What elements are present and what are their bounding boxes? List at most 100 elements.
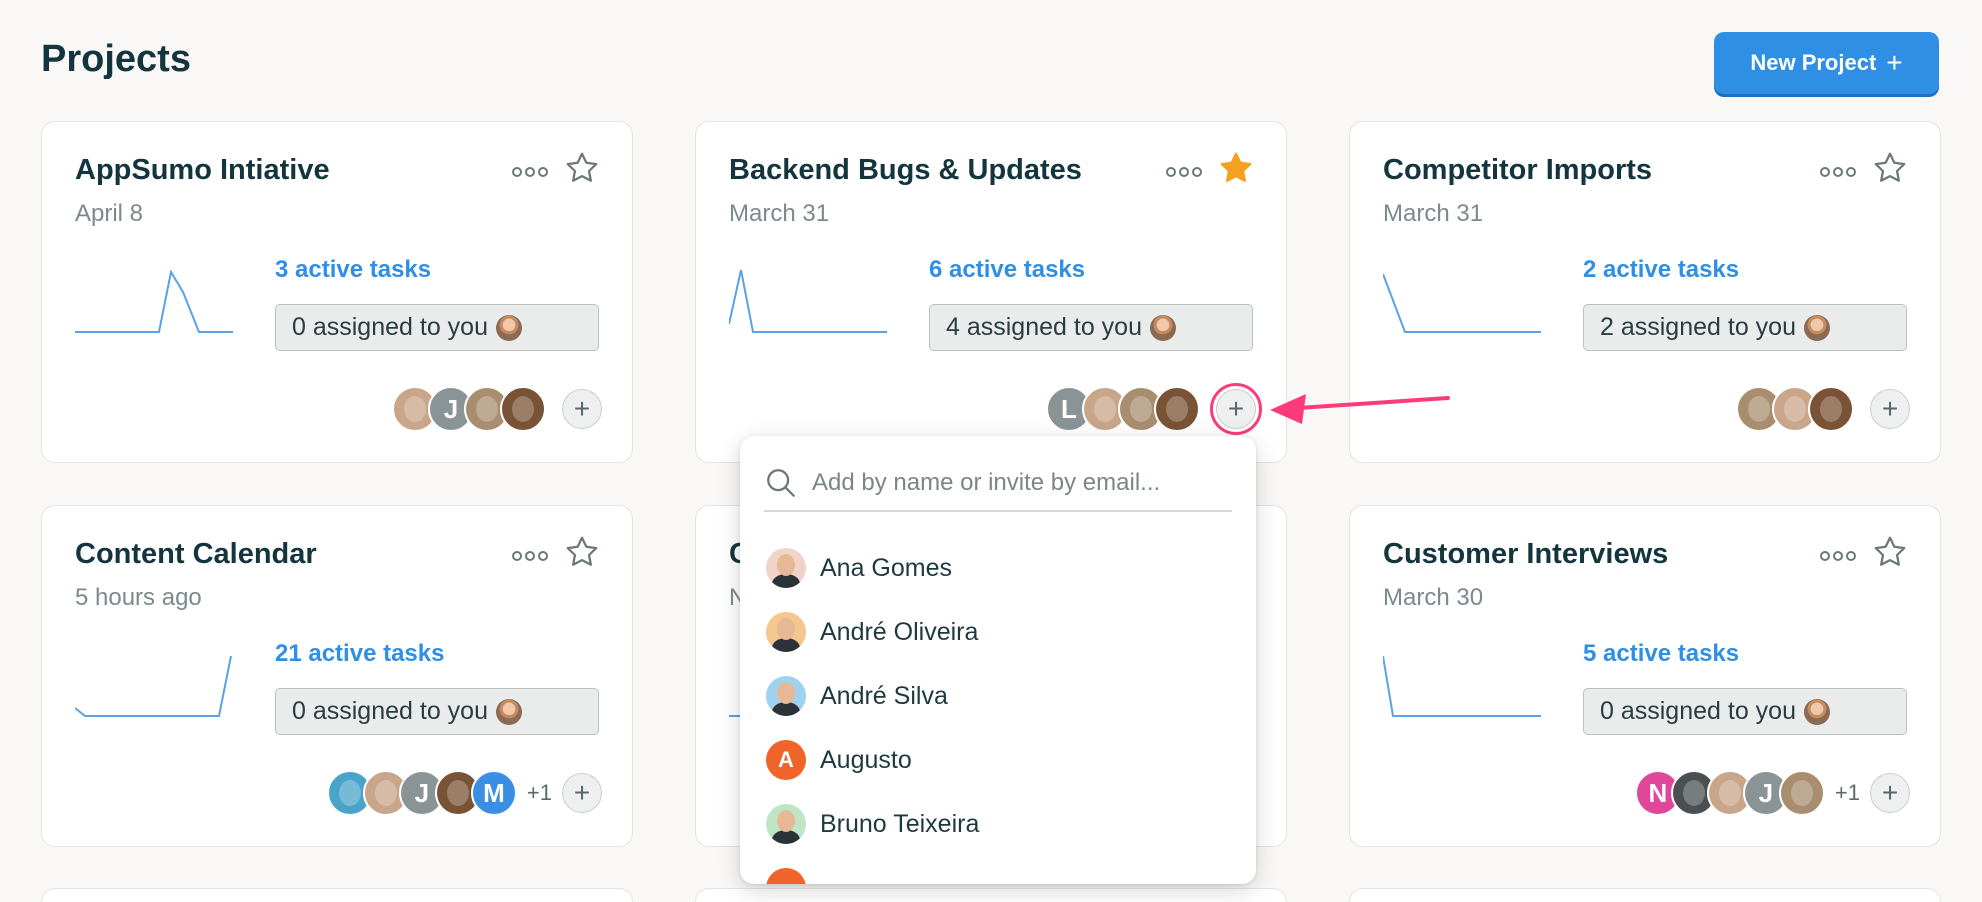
add-member-button[interactable]: + [562, 773, 602, 813]
more-members-count[interactable]: +1 [1835, 780, 1860, 806]
person-name: Augusto [820, 745, 912, 774]
assigned-to-you-filter[interactable]: 4 assigned to you [929, 304, 1253, 351]
avatar[interactable] [1778, 770, 1825, 816]
project-card[interactable] [695, 888, 1287, 902]
person-name: Ana Gomes [820, 553, 953, 582]
avatar[interactable] [1808, 386, 1854, 432]
assigned-to-you-filter[interactable]: 0 assigned to you [275, 304, 599, 351]
list-item[interactable]: Ana Gomes [766, 536, 1226, 600]
star-icon[interactable] [1872, 534, 1908, 570]
list-item[interactable]: Bruno Teixeira [766, 792, 1226, 856]
more-options-icon[interactable] [510, 544, 550, 568]
more-options-icon[interactable] [1818, 544, 1858, 568]
members-group: L + [1046, 383, 1262, 435]
more-options-icon[interactable] [1818, 160, 1858, 184]
assigned-label: 0 assigned to you [292, 313, 488, 341]
project-title: Backend Bugs & Updates [729, 154, 1082, 186]
avatar-initial: M [483, 777, 505, 808]
search-input[interactable] [812, 469, 1232, 497]
project-date: March 30 [1383, 584, 1484, 611]
members-group: N J +1 + [1634, 770, 1910, 816]
avatar [766, 548, 806, 588]
activity-sparkline [75, 655, 232, 717]
avatar [495, 314, 522, 341]
avatar [766, 868, 806, 884]
page-title: Projects [41, 38, 191, 80]
avatar [495, 698, 522, 725]
list-item[interactable] [766, 856, 1226, 884]
more-options-icon[interactable] [1164, 160, 1204, 184]
assigned-label: 0 assigned to you [1600, 697, 1796, 725]
star-icon[interactable] [564, 150, 600, 186]
add-member-button[interactable]: + [1210, 383, 1262, 435]
avatar [1149, 314, 1176, 341]
star-icon[interactable] [1872, 150, 1908, 186]
project-title: Competitor Imports [1383, 154, 1653, 186]
project-title: Customer Interviews [1383, 538, 1669, 570]
project-card[interactable]: Backend Bugs & Updates March 31 6 active… [695, 121, 1287, 463]
activity-sparkline [1383, 655, 1541, 717]
activity-sparkline [1383, 273, 1541, 333]
people-list: Ana Gomes André Oliveira André Silva A A… [766, 536, 1226, 884]
avatar-initial: N [1648, 777, 1668, 808]
plus-icon: + [1886, 47, 1903, 78]
assigned-label: 0 assigned to you [292, 697, 488, 725]
assigned-to-you-filter[interactable]: 0 assigned to you [1583, 688, 1907, 735]
members-group: J M +1 + [326, 770, 602, 816]
more-members-count[interactable]: +1 [527, 780, 552, 806]
project-card[interactable]: AppSumo Intiative April 8 3 active tasks… [41, 121, 633, 463]
active-tasks-link[interactable]: 5 active tasks [1583, 640, 1739, 668]
project-date: March 31 [1383, 200, 1484, 227]
avatar-initial: J [414, 777, 430, 808]
members-group: J + [392, 386, 602, 432]
avatar-initial: J [1758, 777, 1774, 808]
avatar [766, 676, 806, 716]
list-item[interactable]: André Oliveira [766, 600, 1226, 664]
star-icon[interactable] [564, 534, 600, 570]
avatar [766, 612, 806, 652]
project-date: 5 hours ago [75, 584, 202, 611]
members-group: + [1736, 386, 1910, 432]
active-tasks-link[interactable]: 3 active tasks [275, 256, 431, 284]
add-member-dropdown: Ana Gomes André Oliveira André Silva A A… [740, 436, 1256, 884]
person-name: André Silva [820, 681, 948, 710]
new-project-button[interactable]: New Project + [1714, 32, 1939, 94]
add-member-button[interactable]: + [1870, 773, 1910, 813]
assigned-to-you-filter[interactable]: 2 assigned to you [1583, 304, 1907, 351]
activity-sparkline [729, 269, 887, 333]
avatar: A [766, 740, 806, 780]
avatar-initial: L [1061, 393, 1077, 424]
search-field[interactable] [764, 456, 1232, 512]
avatar [766, 804, 806, 844]
avatar[interactable] [500, 386, 546, 432]
project-card[interactable]: Content Calendar 5 hours ago 21 active t… [41, 505, 633, 847]
project-date: April 8 [75, 200, 144, 227]
assigned-to-you-filter[interactable]: 0 assigned to you [275, 688, 599, 735]
new-project-label: New Project [1750, 50, 1877, 75]
add-member-button[interactable]: + [562, 389, 602, 429]
avatar[interactable] [1154, 386, 1200, 432]
project-title: AppSumo Intiative [75, 154, 330, 186]
project-card[interactable] [41, 888, 633, 902]
list-item[interactable]: André Silva [766, 664, 1226, 728]
list-item[interactable]: A Augusto [766, 728, 1226, 792]
person-name: André Oliveira [820, 617, 979, 646]
active-tasks-link[interactable]: 21 active tasks [275, 640, 444, 668]
active-tasks-link[interactable]: 2 active tasks [1583, 256, 1739, 284]
avatar [1803, 314, 1830, 341]
project-title: Content Calendar [75, 538, 317, 570]
avatar [1803, 698, 1830, 725]
active-tasks-link[interactable]: 6 active tasks [929, 256, 1085, 284]
project-card[interactable]: Customer Interviews March 30 5 active ta… [1349, 505, 1941, 847]
star-icon[interactable] [1218, 150, 1254, 186]
annotation-arrow [1270, 394, 1450, 424]
more-options-icon[interactable] [510, 160, 550, 184]
avatar[interactable]: M [470, 770, 517, 816]
person-name: Bruno Teixeira [820, 809, 980, 838]
avatar-initial: J [443, 393, 459, 424]
search-icon [767, 469, 795, 497]
assigned-label: 4 assigned to you [946, 313, 1142, 341]
assigned-label: 2 assigned to you [1600, 313, 1796, 341]
add-member-button[interactable]: + [1870, 389, 1910, 429]
project-card[interactable] [1349, 888, 1941, 902]
